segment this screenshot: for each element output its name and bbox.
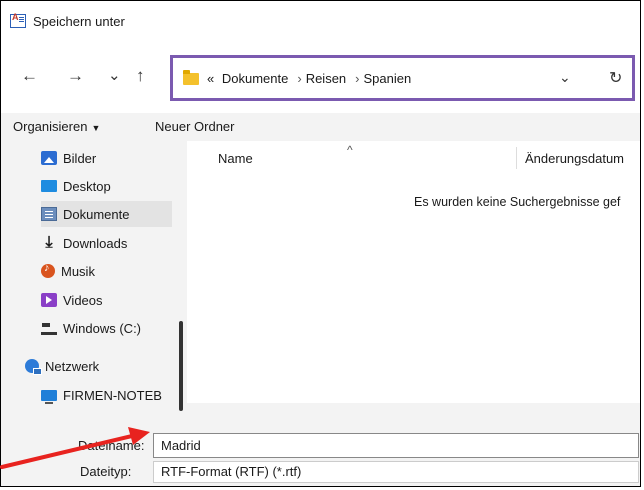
music-icon	[41, 262, 55, 278]
drive-icon	[41, 321, 57, 335]
refresh-button[interactable]: ↻	[609, 68, 622, 88]
command-bar: Organisieren ▼ Neuer Ordner	[1, 113, 640, 141]
breadcrumb-overflow[interactable]: «	[207, 71, 214, 86]
column-header-name[interactable]: Name	[218, 151, 253, 166]
desktop-icon	[41, 180, 57, 192]
sidebar-item-label: Dokumente	[63, 206, 130, 222]
filetype-select[interactable]: RTF-Format (RTF) (*.rtf)	[153, 461, 639, 483]
up-button[interactable]: ↑	[136, 66, 145, 86]
sidebar-item-label: Bilder	[63, 150, 97, 166]
sidebar-item-videos[interactable]: Videos	[41, 287, 171, 313]
sidebar-item-label: Netzwerk	[45, 358, 100, 374]
breadcrumb-spanien[interactable]: Spanien	[364, 71, 412, 86]
videos-icon	[41, 293, 57, 307]
navigation-pane: Bilder Desktop Dokumente ⤓ Downloads Mus…	[1, 141, 187, 413]
sidebar-item-netzwerk[interactable]: Netzwerk	[25, 353, 155, 379]
folder-icon	[183, 70, 199, 85]
empty-results-message: Es wurden keine Suchergebnisse gef	[414, 195, 621, 209]
sidebar-item-windows-c[interactable]: Windows (C:)	[41, 315, 171, 341]
sidebar-item-label: Downloads	[63, 235, 128, 251]
sidebar-item-label: Windows (C:)	[63, 320, 142, 336]
sidebar-item-downloads[interactable]: ⤓ Downloads	[41, 230, 171, 256]
sidebar-item-label: Videos	[63, 292, 103, 308]
sidebar-item-bilder[interactable]: Bilder	[41, 145, 171, 171]
sidebar-scrollbar[interactable]	[179, 321, 183, 411]
chevron-right-icon: ›	[355, 71, 360, 86]
organize-label: Organisieren	[13, 119, 88, 134]
filetype-label: Dateityp:	[80, 464, 132, 479]
sidebar-item-desktop[interactable]: Desktop	[41, 173, 171, 199]
column-header-date[interactable]: Änderungsdatum	[525, 151, 624, 166]
pictures-icon	[41, 151, 57, 165]
save-as-dialog: Speichern unter ← → ⌄ ↑ « Dokumente › Reis…	[0, 0, 641, 487]
app-icon	[10, 12, 26, 28]
sidebar-item-firmen-notebook[interactable]: FIRMEN-NOTEB	[41, 382, 171, 408]
new-folder-button[interactable]: Neuer Ordner	[155, 119, 234, 134]
save-fields: Dateiname: Dateityp: RTF-Format (RTF) (*…	[1, 413, 640, 486]
file-list: ^ Name Änderungsdatum Es wurden keine Su…	[187, 141, 640, 425]
window-title: Speichern unter	[33, 13, 125, 29]
network-icon	[25, 359, 42, 375]
back-button[interactable]: ←	[21, 66, 38, 86]
documents-icon	[41, 207, 57, 221]
sidebar-item-label: Musik	[61, 263, 95, 279]
forward-button[interactable]: →	[67, 66, 84, 86]
filename-input[interactable]	[153, 433, 639, 458]
breadcrumb-dokumente[interactable]: Dokumente	[222, 71, 288, 86]
sidebar-item-label: Desktop	[63, 178, 111, 194]
recent-locations-button[interactable]: ⌄	[108, 66, 121, 86]
computer-icon	[41, 389, 57, 404]
column-divider[interactable]	[516, 147, 517, 169]
download-icon: ⤓	[45, 234, 53, 251]
chevron-right-icon: ›	[297, 71, 302, 86]
title-bar: Speichern unter	[1, 1, 640, 41]
sidebar-item-dokumente[interactable]: Dokumente	[41, 201, 172, 227]
filename-label: Dateiname:	[78, 438, 145, 453]
breadcrumb-reisen[interactable]: Reisen	[306, 71, 346, 86]
sidebar-item-musik[interactable]: Musik	[41, 258, 171, 284]
sort-ascending-icon: ^	[347, 143, 353, 157]
breadcrumb: « Dokumente › Reisen › Spanien	[207, 71, 415, 86]
address-bar[interactable]: « Dokumente › Reisen › Spanien ⌄ ↻	[170, 55, 635, 101]
caret-down-icon: ▼	[91, 123, 101, 133]
navigation-row: ← → ⌄ ↑ « Dokumente › Reisen › Spanien ⌄ ↻	[1, 41, 640, 113]
organize-menu-button[interactable]: Organisieren ▼	[13, 119, 100, 134]
sidebar-item-label: FIRMEN-NOTEB	[63, 387, 162, 403]
address-dropdown-button[interactable]: ⌄	[559, 69, 571, 86]
